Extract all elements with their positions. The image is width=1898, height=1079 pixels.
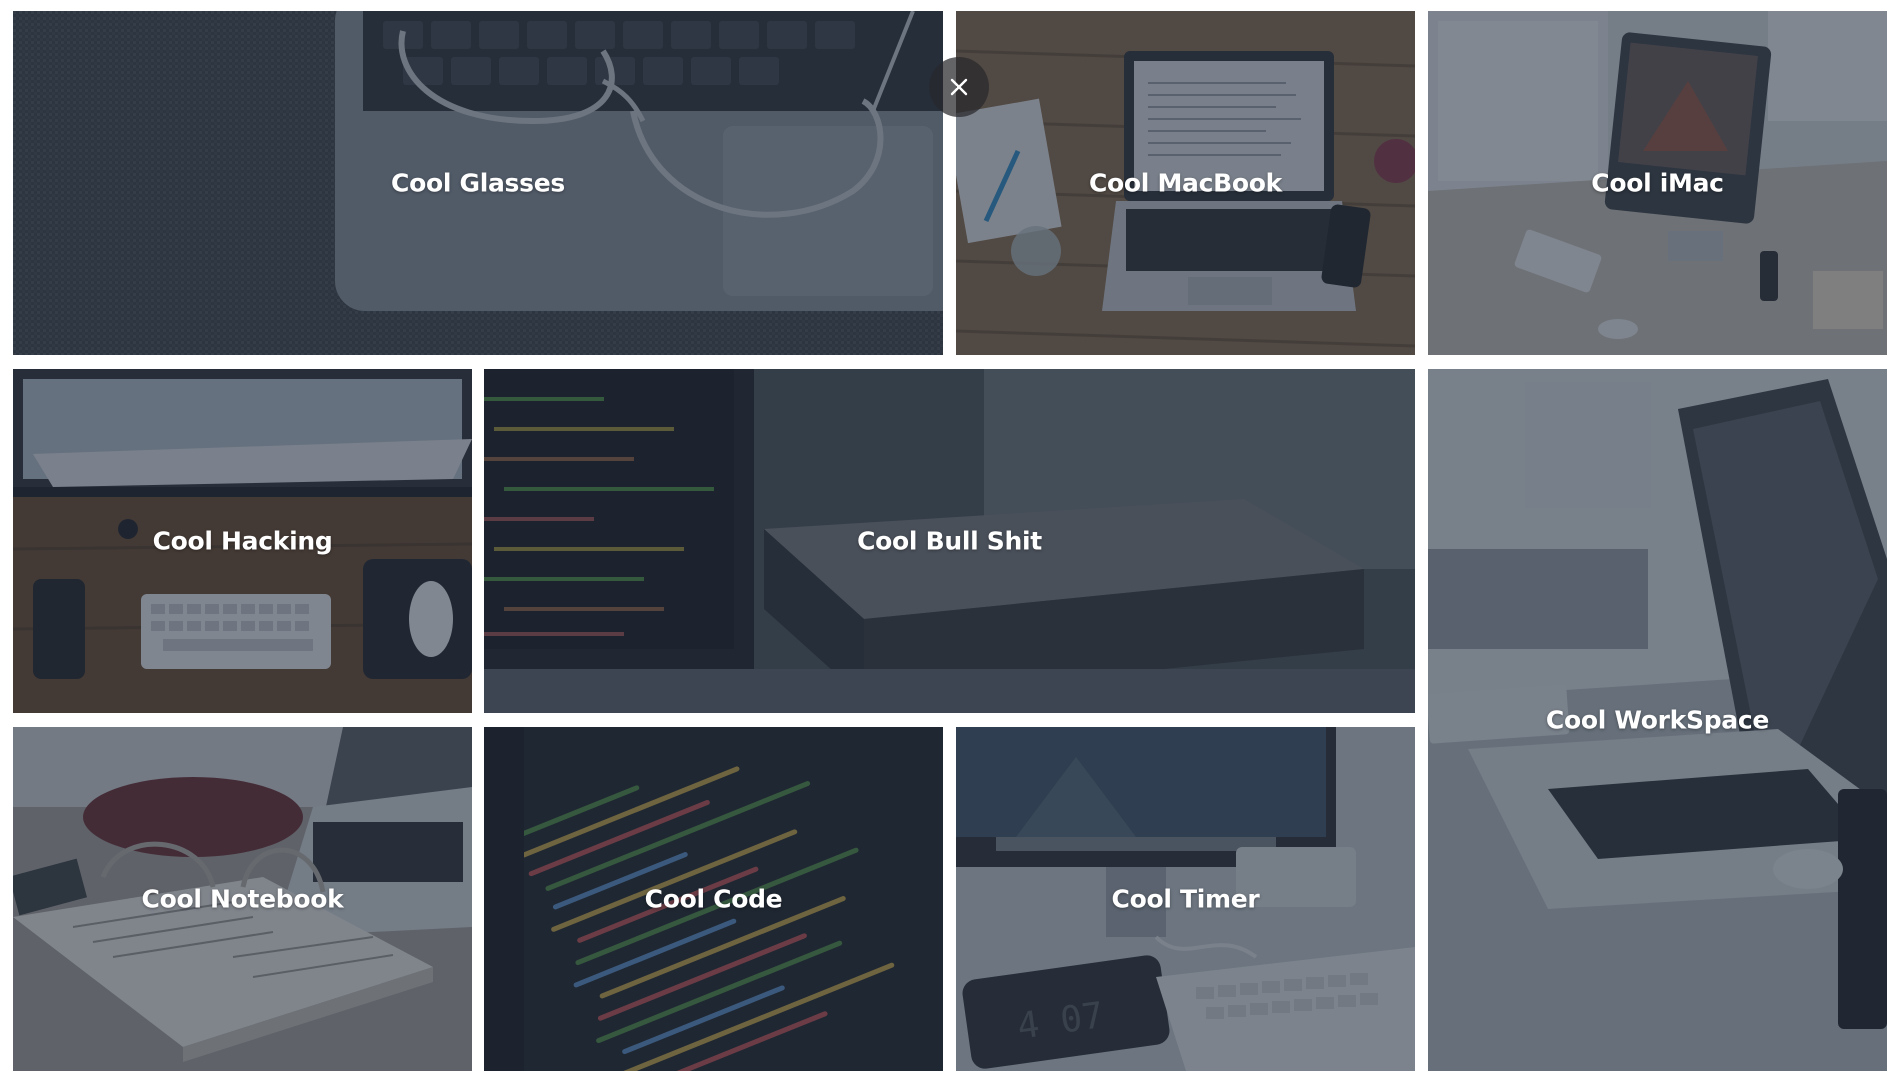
tile-caption: Cool Code [644,884,783,914]
tile-caption: Cool Hacking [152,526,333,556]
tile-caption: Cool Bull Shit [857,526,1042,556]
gallery-tile-notebook[interactable]: Cool Notebook [13,727,472,1071]
gallery-tile-hacking[interactable]: Cool Hacking [13,369,472,713]
photo-gallery: Cool Glasses Cool MacBook Cool iMac Cool… [0,0,1898,1079]
gallery-tile-code[interactable]: Cool Code [484,727,943,1071]
gallery-tile-macbook[interactable]: Cool MacBook [956,11,1415,355]
gallery-tile-glasses[interactable]: Cool Glasses [13,11,943,355]
tile-caption: Cool Glasses [391,168,565,198]
close-button[interactable] [929,57,989,117]
tile-caption: Cool Timer [1111,884,1260,914]
gallery-tile-timer[interactable]: 4 07 Cool Timer [956,727,1415,1071]
gallery-tile-bull-shit[interactable]: Cool Bull Shit [484,369,1415,713]
tile-caption: Cool WorkSpace [1545,705,1770,735]
gallery-tile-workspace[interactable]: Cool WorkSpace [1428,369,1887,1071]
close-icon [950,78,968,96]
tile-caption: Cool iMac [1591,168,1724,198]
gallery-tile-imac[interactable]: Cool iMac [1428,11,1887,355]
tile-caption: Cool MacBook [1089,168,1282,198]
tile-caption: Cool Notebook [141,884,344,914]
